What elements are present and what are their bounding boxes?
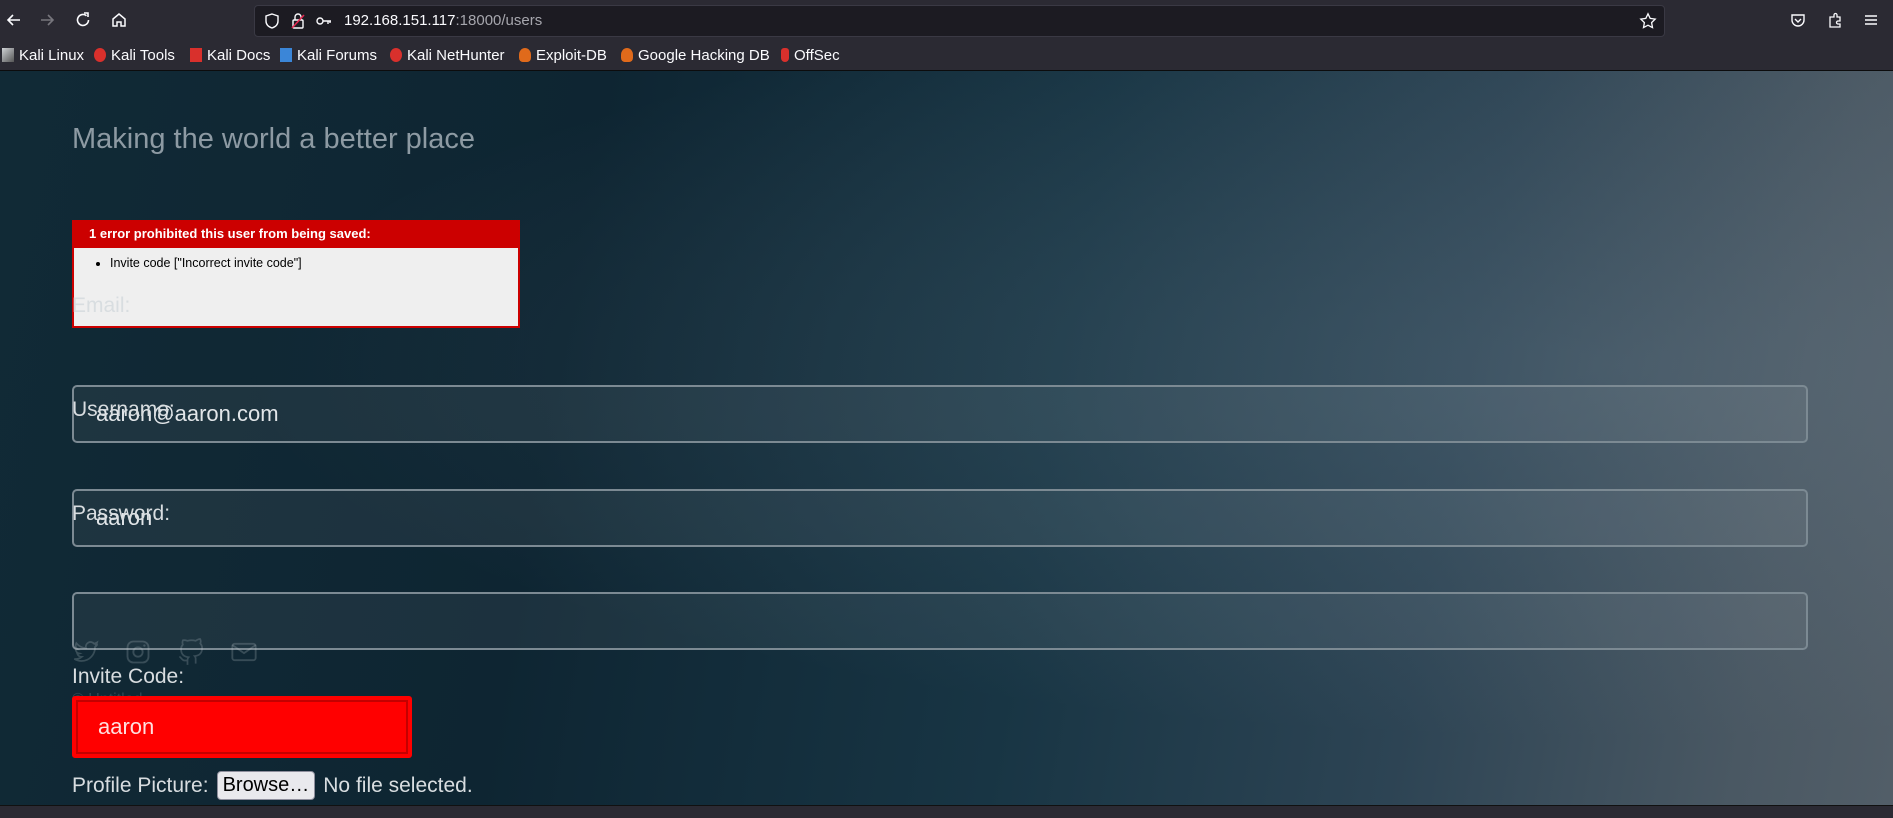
kali-docs-icon: [190, 48, 202, 62]
kali-tools-icon: [94, 48, 106, 62]
bookmark-kali-docs[interactable]: Kali Docs: [190, 46, 270, 64]
page-content: Making the world a better place 1 error …: [0, 71, 1893, 805]
profile-picture-row: Profile Picture: Browse… No file selecte…: [72, 771, 473, 800]
profile-picture-label: Profile Picture:: [72, 773, 209, 797]
lock-icon[interactable]: [289, 12, 307, 30]
page-tagline: Making the world a better place: [72, 123, 475, 155]
back-icon[interactable]: [0, 6, 28, 34]
bookmark-kali-linux[interactable]: Kali Linux: [2, 46, 84, 64]
kali-dragon-icon: [2, 48, 14, 62]
forward-icon[interactable]: [33, 6, 61, 34]
bookmark-kali-tools[interactable]: Kali Tools: [94, 46, 175, 64]
key-icon[interactable]: [315, 12, 333, 30]
url-bar[interactable]: 192.168.151.117:18000/users: [254, 5, 1665, 37]
bookmark-kali-forums[interactable]: Kali Forums: [280, 46, 377, 64]
menu-icon[interactable]: [1857, 6, 1885, 34]
error-explanation: 1 error prohibited this user from being …: [72, 220, 520, 328]
mail-icon[interactable]: [230, 638, 258, 666]
email-label: Email:: [72, 294, 131, 317]
browser-toolbar: 192.168.151.117:18000/users: [0, 0, 1893, 40]
invite-code-label: Invite Code:: [72, 665, 185, 688]
star-icon[interactable]: [1639, 12, 1657, 30]
error-item: Invite code ["Incorrect invite code"]: [110, 256, 518, 270]
no-file-text: No file selected.: [323, 773, 473, 797]
browse-button[interactable]: Browse…: [216, 771, 316, 800]
password-label: Password:: [72, 502, 171, 525]
reload-icon[interactable]: [69, 6, 97, 34]
error-list: Invite code ["Incorrect invite code"]: [74, 256, 518, 270]
kali-forums-icon: [280, 48, 292, 62]
kali-nethunter-icon: [390, 48, 402, 62]
url-text[interactable]: 192.168.151.117:18000/users: [344, 12, 542, 29]
pocket-icon[interactable]: [1784, 6, 1812, 34]
twitter-icon[interactable]: [72, 638, 100, 666]
bookmark-google-hacking-db[interactable]: Google Hacking DB: [621, 46, 770, 64]
extensions-icon[interactable]: [1821, 6, 1849, 34]
bookmarks-bar: Kali Linux Kali Tools Kali Docs Kali For…: [0, 40, 1893, 71]
status-bar: [0, 805, 1893, 818]
offsec-icon: [781, 48, 789, 62]
bookmark-kali-nethunter[interactable]: Kali NetHunter: [390, 46, 505, 64]
home-icon[interactable]: [105, 6, 133, 34]
instagram-icon[interactable]: [124, 638, 152, 666]
bookmark-offsec[interactable]: OffSec: [781, 46, 840, 64]
github-icon[interactable]: [177, 638, 205, 666]
error-header: 1 error prohibited this user from being …: [74, 222, 518, 248]
password-field[interactable]: [72, 592, 1808, 650]
exploit-db-icon: [519, 48, 531, 62]
bookmark-exploit-db[interactable]: Exploit-DB: [519, 46, 607, 64]
invite-code-field[interactable]: aaron: [72, 696, 412, 758]
username-field[interactable]: aaron: [72, 489, 1808, 547]
email-field[interactable]: aaron@aaron.com: [72, 385, 1808, 443]
ghdb-icon: [621, 48, 633, 62]
shield-icon[interactable]: [263, 12, 281, 30]
username-label: Username:: [72, 398, 175, 421]
